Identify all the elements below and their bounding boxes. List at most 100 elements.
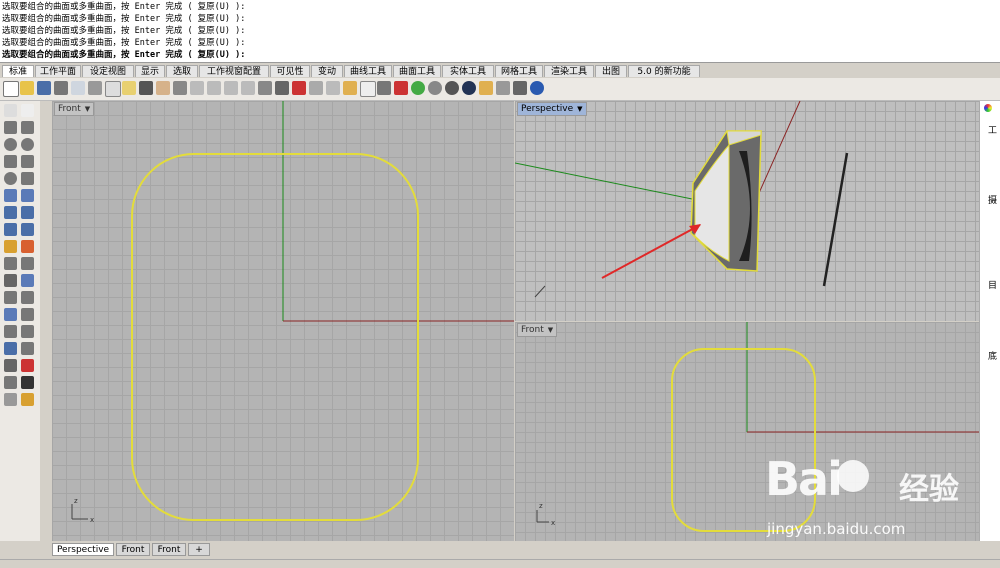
viewport-title-perspective[interactable]: Perspective ▼ bbox=[517, 102, 587, 116]
arc-icon[interactable] bbox=[4, 155, 17, 168]
group-icon[interactable] bbox=[21, 274, 34, 287]
tab-perspective[interactable]: Perspective bbox=[52, 543, 114, 556]
move-icon[interactable] bbox=[21, 291, 34, 304]
paste-icon[interactable] bbox=[122, 81, 136, 95]
grid-snap-icon[interactable] bbox=[343, 81, 357, 95]
eraser-icon[interactable] bbox=[4, 393, 17, 406]
save-icon[interactable] bbox=[37, 81, 51, 95]
loft-icon[interactable] bbox=[21, 189, 34, 202]
tab-render-tools[interactable]: 渲染工具 bbox=[544, 65, 594, 77]
highlight-icon[interactable] bbox=[479, 81, 493, 95]
curve-icon[interactable] bbox=[21, 121, 34, 134]
tab-display[interactable]: 显示 bbox=[135, 65, 165, 77]
print-icon[interactable] bbox=[54, 81, 68, 95]
layout-icon[interactable] bbox=[513, 81, 527, 95]
pan-hand-icon[interactable] bbox=[156, 81, 170, 95]
rectangle-icon[interactable] bbox=[21, 155, 34, 168]
boolean-union-icon[interactable] bbox=[4, 240, 17, 253]
fillet-curve-icon[interactable] bbox=[21, 172, 34, 185]
cylinder-icon[interactable] bbox=[4, 223, 17, 236]
analyze-icon[interactable] bbox=[21, 359, 34, 372]
rotate-icon[interactable] bbox=[4, 291, 17, 304]
four-viewports-icon[interactable] bbox=[275, 81, 289, 95]
new-file-icon[interactable] bbox=[3, 81, 19, 97]
point-icon[interactable] bbox=[21, 104, 34, 117]
target-icon[interactable] bbox=[326, 81, 340, 95]
chevron-down-icon[interactable]: ▼ bbox=[548, 324, 553, 336]
command-prompt[interactable]: 选取要组合的曲面或多重曲面，按 Enter 完成 ( 复原(U) ): bbox=[2, 50, 245, 61]
tab-set-view[interactable]: 设定视图 bbox=[82, 65, 134, 77]
chevron-down-icon[interactable]: ▼ bbox=[577, 103, 582, 115]
tab-visibility[interactable]: 可见性 bbox=[270, 65, 310, 77]
chevron-down-icon[interactable]: ▼ bbox=[85, 103, 90, 115]
zoom-icon[interactable] bbox=[190, 81, 204, 95]
mesh-icon[interactable] bbox=[4, 342, 17, 355]
rendered-sphere-icon[interactable] bbox=[445, 81, 459, 95]
tab-surface-tools[interactable]: 曲面工具 bbox=[393, 65, 441, 77]
viewport-title-front-small[interactable]: Front ▼ bbox=[517, 323, 558, 337]
tab-standard[interactable]: 标准 bbox=[2, 65, 34, 77]
ellipse-icon[interactable] bbox=[21, 138, 34, 151]
scale-icon[interactable] bbox=[21, 308, 34, 321]
undo-icon[interactable] bbox=[139, 81, 153, 95]
check-icon[interactable] bbox=[21, 376, 34, 389]
tab-solid-tools[interactable]: 实体工具 bbox=[442, 65, 494, 77]
cut-icon[interactable] bbox=[88, 81, 102, 95]
tab-select[interactable]: 选取 bbox=[166, 65, 198, 77]
layout-tool-icon[interactable] bbox=[4, 376, 17, 389]
camera-icon[interactable] bbox=[309, 81, 323, 95]
copy-icon[interactable] bbox=[105, 81, 121, 97]
viewport-front-small[interactable]: x z Front ▼ Bai 经验 jingyan.baidu.com bbox=[515, 322, 979, 541]
options-icon[interactable] bbox=[496, 81, 510, 95]
car-icon[interactable] bbox=[292, 81, 306, 95]
tab-mesh-tools[interactable]: 网格工具 bbox=[495, 65, 543, 77]
extrude-icon[interactable] bbox=[21, 206, 34, 219]
render-icon[interactable] bbox=[462, 81, 476, 95]
add-viewport-button[interactable]: + bbox=[188, 543, 210, 556]
tab-new-in-v5[interactable]: 5.0 的新功能 bbox=[628, 65, 700, 77]
tab-front-2[interactable]: Front bbox=[152, 543, 186, 556]
zoom-window-icon[interactable] bbox=[207, 81, 221, 95]
text-icon[interactable] bbox=[4, 308, 17, 321]
zoom-selected-icon[interactable] bbox=[241, 81, 255, 95]
tab-curve-tools[interactable]: 曲线工具 bbox=[344, 65, 392, 77]
tab-cplanes[interactable]: 工作平面 bbox=[35, 65, 81, 77]
dimension-icon[interactable] bbox=[21, 342, 34, 355]
color-wheel-icon[interactable] bbox=[411, 81, 425, 95]
split-icon[interactable] bbox=[21, 257, 34, 270]
tab-transform[interactable]: 变动 bbox=[311, 65, 343, 77]
viewport-title-front[interactable]: Front ▼ bbox=[54, 102, 95, 116]
rotate-view-icon[interactable] bbox=[173, 81, 187, 95]
surface-icon[interactable] bbox=[4, 189, 17, 202]
box-icon[interactable] bbox=[4, 206, 17, 219]
help-icon[interactable] bbox=[530, 81, 544, 95]
viewport-front-main[interactable]: x z Front ▼ bbox=[52, 101, 514, 541]
shaded-sphere-icon[interactable] bbox=[428, 81, 442, 95]
viewport-perspective[interactable]: Perspective ▼ bbox=[515, 101, 979, 321]
undo-view-icon[interactable] bbox=[258, 81, 272, 95]
mirror-icon[interactable] bbox=[21, 325, 34, 338]
zoom-extents-icon[interactable] bbox=[224, 81, 238, 95]
properties-icon[interactable] bbox=[71, 81, 85, 95]
tab-front[interactable]: Front bbox=[116, 543, 150, 556]
explode-icon[interactable] bbox=[21, 240, 34, 253]
layer-icon[interactable] bbox=[394, 81, 408, 95]
trim-icon[interactable] bbox=[4, 257, 17, 270]
tab-drafting[interactable]: 出图 bbox=[595, 65, 627, 77]
light-bulb-icon[interactable] bbox=[360, 81, 376, 97]
circle-icon[interactable] bbox=[4, 138, 17, 151]
pipe-icon[interactable] bbox=[21, 223, 34, 236]
select-arrow-icon[interactable] bbox=[4, 104, 17, 117]
open-folder-icon[interactable] bbox=[20, 81, 34, 95]
rounded-rectangle-curve[interactable] bbox=[131, 153, 419, 521]
circle-center-icon[interactable] bbox=[4, 172, 17, 185]
tab-viewport-layout[interactable]: 工作视窗配置 bbox=[199, 65, 269, 77]
grid-array-icon[interactable] bbox=[4, 359, 17, 372]
lock-icon[interactable] bbox=[377, 81, 391, 95]
array-icon[interactable] bbox=[4, 325, 17, 338]
join-icon[interactable] bbox=[4, 274, 17, 287]
color-wheel-icon[interactable] bbox=[984, 104, 992, 112]
polyline-icon[interactable] bbox=[4, 121, 17, 134]
paint-icon[interactable] bbox=[21, 393, 34, 406]
thin-surface-edge[interactable] bbox=[822, 152, 849, 287]
